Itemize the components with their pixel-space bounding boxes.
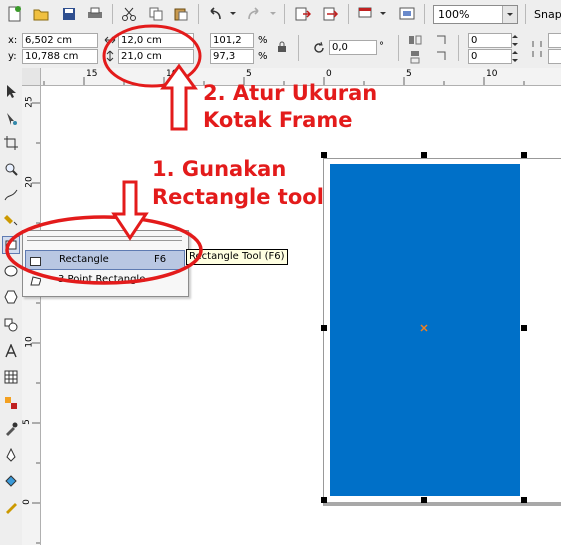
toolbox <box>0 68 23 545</box>
ruler-tick-label: 20 <box>24 176 35 188</box>
zoom-level-value: 100% <box>438 8 470 21</box>
annotation-step1-line1: 1. Gunakan <box>152 157 287 181</box>
welcome-screen-icon[interactable] <box>398 5 416 23</box>
blend-tool-icon[interactable] <box>2 394 20 412</box>
corner-radius-top-right-field[interactable] <box>548 33 561 48</box>
mirror-horizontal-icon[interactable] <box>408 33 422 47</box>
freehand-tool-icon[interactable] <box>2 186 20 204</box>
ruler-tick-label: 15 <box>86 69 98 79</box>
application-launcher-icon[interactable] <box>356 5 374 23</box>
snap-to-button[interactable]: Snap <box>534 8 561 21</box>
rectangle-tool-icon[interactable] <box>2 236 20 254</box>
rotation-icon <box>312 41 326 55</box>
selection-handles <box>321 152 527 503</box>
open-folder-icon[interactable] <box>32 5 50 23</box>
annotation-step2-line2: Kotak Frame <box>203 108 353 132</box>
new-document-icon[interactable] <box>6 5 24 23</box>
annotation-step2-line1: 2. Atur Ukuran <box>203 81 378 105</box>
ruler-tick-label: 0 <box>326 69 332 79</box>
percent-label: % <box>258 35 268 46</box>
print-icon[interactable] <box>86 5 104 23</box>
ruler-tick-label: 5 <box>406 69 412 79</box>
corner-lock-icon[interactable] <box>530 39 544 59</box>
degree-label: ° <box>379 41 384 52</box>
interactive-fill-tool-icon[interactable] <box>2 498 20 516</box>
three-point-rectangle-icon <box>29 275 42 286</box>
ruler-tick-label: 5 <box>21 419 32 425</box>
lock-ratio-icon[interactable] <box>276 41 288 53</box>
basic-shapes-tool-icon[interactable] <box>2 316 20 334</box>
ruler-origin-corner[interactable] <box>22 68 41 86</box>
zoom-dropdown-icon[interactable] <box>502 6 517 23</box>
corner-scope-icon[interactable] <box>434 33 448 63</box>
tooltip: Rectangle Tool (F6) <box>186 249 288 265</box>
ruler-tick-label: 0 <box>21 499 32 505</box>
scale-width-field[interactable]: 101,2 <box>210 33 254 48</box>
launcher-dropdown-icon[interactable] <box>378 5 388 23</box>
smart-fill-tool-icon[interactable] <box>2 210 20 228</box>
vertical-ruler[interactable]: 25 20 15 10 5 0 <box>22 85 41 545</box>
ruler-tick-label: 10 <box>24 336 35 348</box>
property-bar: x: 6,502 cm y: 10,788 cm 12,0 cm 21,0 cm… <box>0 29 561 69</box>
scale-height-field[interactable]: 97,3 <box>210 49 254 64</box>
redo-icon[interactable] <box>245 5 263 23</box>
paste-icon[interactable] <box>172 5 190 23</box>
zoom-level-select[interactable]: 100% <box>433 5 518 24</box>
spinner-arrows-icon[interactable] <box>511 49 519 64</box>
height-icon <box>104 50 116 62</box>
object-height-field[interactable]: 21,0 cm <box>118 49 194 64</box>
menu-item-shortcut: F6 <box>154 254 167 265</box>
ruler-tick-label: 10 <box>166 69 178 79</box>
copy-icon[interactable] <box>147 5 165 23</box>
polygon-tool-icon[interactable] <box>2 288 20 306</box>
export-icon[interactable] <box>322 5 340 23</box>
menu-item-3-point-rectangle[interactable]: 3 Point Rectangle <box>25 271 183 289</box>
ruler-tick-label: 10 <box>486 69 498 79</box>
zoom-tool-icon[interactable] <box>2 160 20 178</box>
y-position-field[interactable]: 10,788 cm <box>22 49 98 64</box>
object-width-field[interactable]: 12,0 cm <box>118 33 194 48</box>
cut-icon[interactable] <box>120 5 138 23</box>
annotation-step1-line2: Rectangle tool <box>152 185 324 209</box>
rectangle-icon <box>30 255 41 266</box>
x-label: x: <box>8 35 18 46</box>
standard-toolbar: 100% Snap <box>0 0 561 30</box>
crop-tool-icon[interactable] <box>2 134 20 152</box>
spinner-arrows-icon[interactable] <box>511 33 519 48</box>
y-label: y: <box>8 51 17 62</box>
text-tool-icon[interactable] <box>2 342 20 360</box>
ruler-tick-label: 25 <box>24 96 35 108</box>
width-icon <box>104 34 116 46</box>
undo-dropdown-icon[interactable] <box>228 5 238 23</box>
shape-tool-icon[interactable] <box>2 110 20 128</box>
mirror-vertical-icon[interactable] <box>408 50 422 64</box>
pick-tool-icon[interactable] <box>2 82 20 100</box>
flyout-grip[interactable] <box>27 236 182 241</box>
import-icon[interactable] <box>294 5 312 23</box>
ellipse-tool-icon[interactable] <box>2 262 20 280</box>
rotation-angle-field[interactable]: 0,0 <box>329 40 377 55</box>
menu-item-label: 3 Point Rectangle <box>58 274 146 285</box>
outline-pen-tool-icon[interactable] <box>2 446 20 464</box>
save-icon[interactable] <box>60 5 78 23</box>
table-tool-icon[interactable] <box>2 368 20 386</box>
percent-label: % <box>258 51 268 62</box>
undo-icon[interactable] <box>206 5 224 23</box>
corner-radius-bottom-right-field[interactable] <box>548 49 561 64</box>
rectangle-flyout-menu: Rectangle F6 3 Point Rectangle <box>22 230 189 297</box>
redo-dropdown-icon[interactable] <box>268 5 278 23</box>
menu-item-rectangle[interactable]: Rectangle F6 <box>25 250 185 270</box>
corner-radius-top-left-field[interactable]: 0 <box>468 33 512 48</box>
ruler-tick-label: 5 <box>246 69 252 79</box>
x-position-field[interactable]: 6,502 cm <box>22 33 98 48</box>
corner-radius-bottom-left-field[interactable]: 0 <box>468 49 512 64</box>
menu-item-label: Rectangle <box>59 254 109 265</box>
fill-tool-icon[interactable] <box>2 472 20 490</box>
eyedropper-tool-icon[interactable] <box>2 420 20 438</box>
